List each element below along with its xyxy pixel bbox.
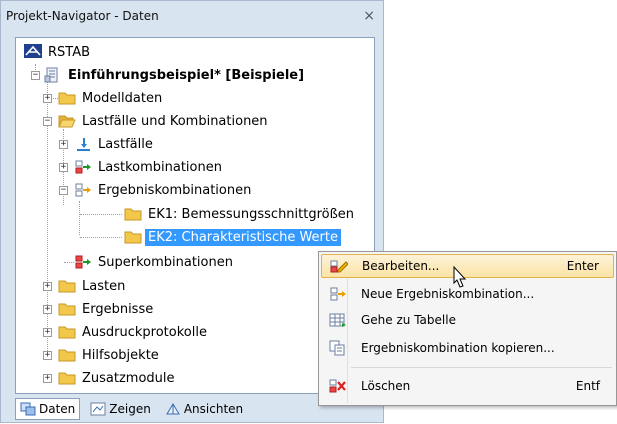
combination-icon (74, 159, 92, 175)
tree-label: Lastkombinationen (98, 159, 222, 175)
load-case-icon (74, 136, 92, 152)
expand-toggle[interactable]: + (43, 351, 52, 360)
data-tab-icon (20, 402, 36, 416)
tree-item-lastkombinationen[interactable]: Lastkombinationen (74, 157, 225, 177)
tree-item-ek1[interactable]: EK1: Bemessungsschnittgrößen (124, 204, 357, 224)
tab-label: Daten (39, 402, 76, 416)
tree-label: Einführungsbeispiel* [Beispiele] (68, 67, 305, 83)
expand-toggle[interactable]: + (43, 305, 52, 314)
expand-toggle[interactable]: + (43, 282, 52, 291)
mouse-cursor-icon (449, 265, 469, 292)
tree-label: Modelldaten (82, 90, 163, 106)
tree-line (79, 201, 80, 235)
tree-label: Zusatzmodule (82, 370, 175, 386)
tree-label: Lastfälle (98, 136, 153, 152)
tab-zeigen[interactable]: Zeigen (86, 399, 155, 419)
tree-label: Ergebniskombinationen (98, 182, 252, 198)
menu-item-label: Neue Ergebniskombination... (361, 287, 535, 301)
delete-icon (329, 378, 347, 394)
menu-item-shortcut: Enter (566, 259, 599, 273)
tree-label: EK2: Charakteristische Werte (145, 228, 341, 246)
tree-project[interactable]: Einführungsbeispiel* [Beispiele] (44, 65, 307, 85)
folder-open-icon (58, 113, 76, 129)
menu-separator (351, 367, 612, 368)
tree-label: Superkombinationen (98, 254, 233, 270)
navigator-tabs: Daten Zeigen Ansichten (15, 397, 247, 421)
folder-icon (58, 370, 76, 386)
folder-icon (58, 278, 76, 294)
panel-title: Projekt-Navigator - Daten (6, 9, 159, 23)
collapse-toggle[interactable]: − (31, 71, 40, 80)
tab-label: Ansichten (183, 402, 244, 416)
tree-label: RSTAB (48, 44, 91, 60)
expand-toggle[interactable]: + (43, 94, 52, 103)
expand-toggle[interactable]: + (59, 163, 68, 172)
copy-icon (329, 340, 347, 356)
tab-ansichten[interactable]: Ansichten (161, 399, 247, 419)
tree-label: Hilfsobjekte (82, 347, 159, 363)
combination-icon (74, 254, 92, 270)
table-icon (329, 312, 347, 328)
tree-item-ek2[interactable]: EK2: Charakteristische Werte (124, 227, 341, 247)
tree-label: Ausdruckprotokolle (82, 324, 207, 340)
tree-item-ergebnisse[interactable]: Ergebnisse (58, 299, 156, 319)
tree-label: Lasten (82, 278, 126, 294)
folder-icon (124, 229, 142, 245)
collapse-toggle[interactable]: − (59, 186, 68, 195)
tab-daten[interactable]: Daten (15, 398, 81, 420)
menu-item-label: Ergebniskombination kopieren... (361, 341, 555, 355)
folder-icon (58, 90, 76, 106)
tree-line (80, 214, 122, 215)
tree-item-modelldaten[interactable]: Modelldaten (58, 88, 165, 108)
folder-icon (58, 347, 76, 363)
tree-label: Ergebnisse (82, 301, 154, 317)
tree-item-lastfaelle-kombinationen[interactable]: Lastfälle und Kombinationen (58, 111, 271, 131)
tree-line (80, 237, 122, 238)
collapse-toggle[interactable]: − (43, 117, 52, 126)
menu-item-shortcut: Entf (575, 379, 600, 393)
tree-item-lasten[interactable]: Lasten (58, 276, 128, 296)
tree-item-ergebniskombinationen[interactable]: Ergebniskombinationen (74, 180, 254, 200)
tree-label: EK1: Bemessungsschnittgrößen (148, 206, 355, 222)
tab-label: Zeigen (109, 402, 151, 416)
menu-item-loeschen[interactable]: Löschen Entf (321, 374, 614, 398)
views-tab-icon (165, 402, 181, 416)
menu-item-label: Löschen (361, 379, 411, 393)
expand-toggle[interactable]: + (43, 374, 52, 383)
menu-item-gehe-zu-tabelle[interactable]: Gehe zu Tabelle (321, 308, 614, 332)
display-tab-icon (90, 402, 106, 416)
expand-toggle[interactable]: + (43, 328, 52, 337)
folder-icon (58, 301, 76, 317)
tree-item-lastfaelle[interactable]: Lastfälle (74, 134, 156, 154)
tree-label: Lastfälle und Kombinationen (82, 113, 268, 129)
tree-item-zusatzmodule[interactable]: Zusatzmodule (58, 368, 178, 388)
menu-item-kopieren[interactable]: Ergebniskombination kopieren... (321, 336, 614, 360)
rstab-logo-icon (24, 44, 42, 60)
project-icon (44, 67, 62, 83)
edit-icon (330, 258, 349, 274)
new-combination-icon (329, 286, 347, 302)
tree-line (64, 262, 74, 263)
menu-item-label: Bearbeiten... (362, 259, 440, 273)
combination-icon (74, 182, 92, 198)
folder-icon (58, 324, 76, 340)
menu-item-label: Gehe zu Tabelle (361, 313, 456, 327)
close-icon[interactable]: × (363, 5, 375, 27)
folder-icon (124, 206, 142, 222)
tree-item-superkombinationen[interactable]: Superkombinationen (74, 252, 236, 272)
tree-item-hilfsobjekte[interactable]: Hilfsobjekte (58, 345, 162, 365)
tree-item-ausdruckprotokolle[interactable]: Ausdruckprotokolle (58, 322, 210, 342)
expand-toggle[interactable]: + (59, 140, 68, 149)
tree-root-rstab[interactable]: RSTAB (24, 42, 93, 62)
